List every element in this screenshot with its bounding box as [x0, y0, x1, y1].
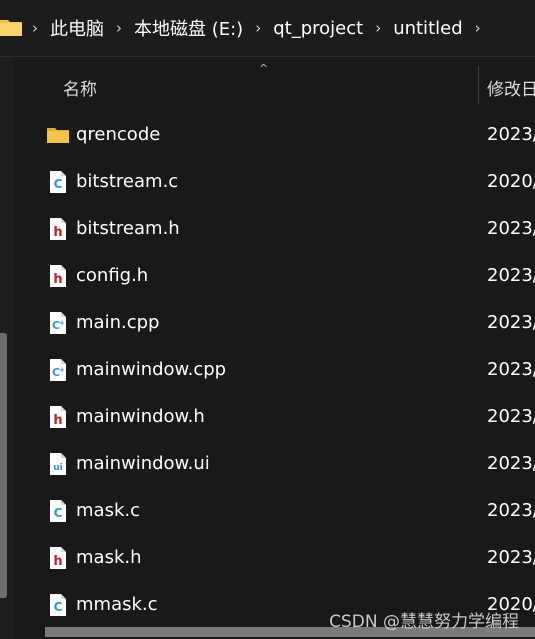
file-date: 2020/ — [487, 171, 535, 192]
file-name: config.h — [76, 265, 149, 286]
folder-icon — [47, 128, 69, 143]
svg-text:h: h — [53, 554, 62, 569]
c-file-icon: C — [50, 594, 66, 616]
h-file-icon: h — [50, 218, 66, 240]
file-name: qrencode — [76, 124, 161, 145]
chevron-right-icon[interactable]: › — [475, 19, 481, 37]
list-item[interactable]: C bitstream.c 2020/ — [0, 159, 535, 206]
svg-text:C: C — [54, 600, 63, 614]
file-date: 2023/ — [487, 124, 535, 145]
file-name: mainwindow.ui — [76, 453, 210, 474]
list-item[interactable]: h bitstream.h 2023/ — [0, 206, 535, 253]
breadcrumb-item-drive[interactable]: 本地磁盘 (E:) — [134, 15, 243, 41]
list-item[interactable]: h mainwindow.h 2023/ — [0, 394, 535, 441]
svg-text:C: C — [54, 506, 63, 520]
file-date: 2023/ — [487, 453, 535, 474]
file-name: bitstream.h — [76, 218, 180, 239]
cpp-file-icon: C + — [50, 359, 66, 381]
column-divider[interactable] — [478, 66, 479, 104]
ui-file-icon: ui — [50, 453, 66, 475]
file-date: 2023/ — [487, 312, 535, 333]
file-name: mask.c — [76, 500, 140, 521]
address-bar[interactable]: › 此电脑 › 本地磁盘 (E:) › qt_project › untitle… — [0, 0, 535, 57]
svg-text:h: h — [53, 413, 62, 428]
breadcrumb: › 此电脑 › 本地磁盘 (E:) › qt_project › untitle… — [26, 0, 493, 56]
sort-ascending-icon: ^ — [259, 62, 269, 75]
watermark-text: CSDN @慧慧努力学编程 — [329, 612, 519, 632]
svg-text:h: h — [53, 272, 62, 287]
svg-text:+: + — [59, 319, 65, 327]
svg-text:ui: ui — [53, 463, 63, 473]
file-date: 2023/ — [487, 406, 535, 427]
h-file-icon: h — [50, 547, 66, 569]
list-item[interactable]: C + mainwindow.cpp 2023/ — [0, 347, 535, 394]
list-item[interactable]: h mask.h 2023/ — [0, 535, 535, 582]
file-name: main.cpp — [76, 312, 160, 333]
column-header-name[interactable]: 名称 — [63, 75, 97, 100]
svg-text:C: C — [54, 177, 63, 191]
list-item[interactable]: ui mainwindow.ui 2023/ — [0, 441, 535, 488]
file-date: 2023/ — [487, 265, 535, 286]
file-name: bitstream.c — [76, 171, 179, 192]
file-date: 2023/ — [487, 218, 535, 239]
svg-text:+: + — [59, 366, 65, 374]
chevron-right-icon[interactable]: › — [116, 19, 122, 37]
breadcrumb-item-folder[interactable]: untitled — [393, 18, 462, 39]
file-date: 2023/ — [487, 500, 535, 521]
file-name: mainwindow.cpp — [76, 359, 227, 380]
list-item[interactable]: C + main.cpp 2023/ — [0, 300, 535, 347]
h-file-icon: h — [50, 265, 66, 287]
list-item[interactable]: h config.h 2023/ — [0, 253, 535, 300]
c-file-icon: C — [50, 171, 66, 193]
cpp-file-icon: C + — [50, 312, 66, 334]
column-header-date-modified[interactable]: 修改日 — [487, 75, 535, 100]
list-item[interactable]: C mask.c 2023/ — [0, 488, 535, 535]
folder-icon — [0, 20, 22, 36]
chevron-right-icon[interactable]: › — [32, 19, 38, 37]
file-name: mask.h — [76, 547, 142, 568]
file-name: mainwindow.h — [76, 406, 205, 427]
breadcrumb-item-this-pc[interactable]: 此电脑 — [50, 15, 104, 41]
chevron-right-icon[interactable]: › — [375, 19, 381, 37]
file-date: 2023/ — [487, 547, 535, 568]
breadcrumb-item-project[interactable]: qt_project — [273, 18, 363, 39]
c-file-icon: C — [50, 500, 66, 522]
file-date: 2023/ — [487, 359, 535, 380]
chevron-right-icon[interactable]: › — [255, 19, 261, 37]
list-item[interactable]: qrencode 2023/ — [0, 112, 535, 159]
h-file-icon: h — [50, 406, 66, 428]
svg-text:h: h — [53, 225, 62, 240]
file-name: mmask.c — [76, 594, 158, 615]
